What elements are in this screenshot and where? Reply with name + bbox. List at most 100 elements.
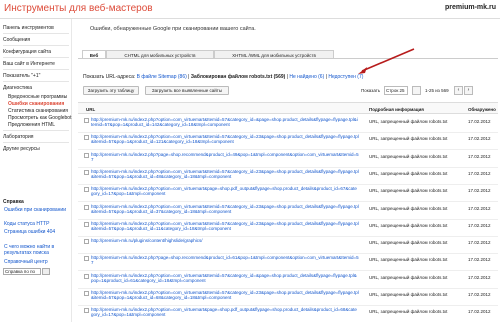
- external-link-icon[interactable]: [84, 135, 89, 141]
- help-link-404[interactable]: Страница ошибки 404: [4, 229, 68, 235]
- per-page-select[interactable]: Строк 25: [384, 86, 408, 95]
- filter-robots[interactable]: Заблокирован файлом robots.txt (569): [191, 74, 285, 80]
- external-link-icon[interactable]: [84, 239, 89, 245]
- row-url-link[interactable]: http://premium-mk.ru/index2.php?option=c…: [91, 134, 359, 144]
- table-row: http://premium-mk.ru/index2.php?option=c…: [78, 219, 498, 237]
- prev-page-button[interactable]: ‹: [454, 86, 463, 95]
- sidebar: Панель инструментов Сообщения Конфигурац…: [0, 19, 72, 322]
- row-detail: URL, запрещенный файлом robots.txt: [369, 240, 448, 246]
- next-page-button[interactable]: ›: [464, 86, 473, 95]
- sidebar-divider: [3, 57, 69, 58]
- row-detail: URL, запрещенный файлом robots.txt: [369, 188, 448, 194]
- help-link-crawl-errors[interactable]: Ошибки при сканировании: [4, 207, 66, 213]
- row-date: 17.02.2012: [468, 188, 491, 194]
- first-page-button[interactable]: [412, 86, 421, 95]
- row-detail: URL, запрещенный файлом robots.txt: [369, 222, 448, 228]
- row-date: 17.02.2012: [468, 170, 491, 176]
- row-url-link[interactable]: http://premium-mk.ru/index2.php?option=c…: [91, 117, 359, 127]
- external-link-icon[interactable]: [84, 152, 89, 158]
- sidebar-item-diagnostics[interactable]: Диагностика: [3, 85, 32, 91]
- external-link-icon[interactable]: [84, 273, 89, 279]
- row-date: 17.02.2012: [468, 309, 491, 315]
- row-date: 17.02.2012: [468, 153, 491, 159]
- sidebar-item-plus-one[interactable]: Показатель "+1": [3, 73, 40, 79]
- table-row: http://premium-mk.ru/index2.php?page=sho…: [78, 253, 498, 272]
- sidebar-item-dashboard[interactable]: Панель инструментов: [3, 25, 54, 31]
- row-url-link[interactable]: http://premium-mk.ru/index2.php?option=c…: [91, 186, 359, 196]
- row-detail: URL, запрещенный файлом robots.txt: [369, 205, 448, 211]
- sidebar-item-other-resources[interactable]: Другие ресурсы: [3, 146, 40, 152]
- external-link-icon[interactable]: [84, 221, 89, 227]
- external-link-icon[interactable]: [84, 256, 89, 262]
- table-header: [78, 102, 498, 114]
- row-url-link[interactable]: http://premium-mk.ru/index2.php?option=c…: [91, 221, 359, 231]
- help-link-help-center[interactable]: Справочный центр: [4, 259, 48, 265]
- row-url-link[interactable]: http://premium-mk.ru/index2.php?option=c…: [91, 307, 359, 317]
- sidebar-subitem-crawl-errors[interactable]: Ошибки сканирования: [8, 101, 64, 107]
- row-detail: URL, запрещенный файлом robots.txt: [369, 153, 448, 159]
- filter-not-found[interactable]: Не найдено (6): [289, 74, 324, 80]
- row-url-link[interactable]: http://premium-mk.ru/index2.php?option=c…: [91, 273, 359, 283]
- external-link-icon[interactable]: [84, 118, 89, 123]
- row-date: 17.02.2012: [468, 205, 491, 211]
- row-detail: URL, запрещенный файлом robots.txt: [369, 292, 448, 297]
- row-url-link[interactable]: http://premium-mk.ru/index2.php?option=c…: [91, 290, 359, 300]
- main-content: Ошибки, обнаруженные Google при сканиров…: [78, 19, 498, 322]
- external-link-icon[interactable]: [84, 308, 89, 314]
- sidebar-subitem-fetch-googlebot[interactable]: Просмотреть как Googlebot: [8, 115, 71, 121]
- help-search-button[interactable]: [42, 268, 50, 275]
- row-detail: URL, запрещенный файлом robots.txt: [369, 309, 448, 315]
- row-detail: URL, запрещенный файлом robots.txt: [369, 119, 448, 124]
- row-date: 17.02.2012: [468, 222, 491, 228]
- sidebar-subitem-malware[interactable]: Вредоносные программы: [8, 94, 67, 100]
- external-link-icon[interactable]: [84, 204, 89, 210]
- download-all-button[interactable]: Загрузить все выявленные сайты: [145, 86, 229, 95]
- sidebar-item-your-site[interactable]: Ваш сайт в Интернете: [3, 61, 55, 67]
- row-url-link[interactable]: http://premium-mk.ru/plugins/content/hig…: [91, 238, 359, 243]
- per-page-label: Показать: [361, 88, 381, 93]
- page-message: Ошибки, обнаруженные Google при сканиров…: [90, 26, 256, 32]
- row-url-link[interactable]: http://premium-mk.ru/index2.php?page=sho…: [91, 255, 359, 265]
- row-url-link[interactable]: http://premium-mk.ru/index2.php?page=sho…: [91, 152, 359, 162]
- column-date[interactable]: Обнаружено: [468, 107, 496, 112]
- table-row: http://premium-mk.ru/index2.php?option=c…: [78, 305, 498, 322]
- table-row: http://premium-mk.ru/index2.php?option=c…: [78, 115, 498, 133]
- sidebar-subitem-html-suggestions[interactable]: Предложения HTML: [8, 122, 55, 128]
- column-url[interactable]: URL: [86, 107, 95, 112]
- row-url-link[interactable]: http://premium-mk.ru/index2.php?option=c…: [91, 169, 359, 179]
- page-range: 1-25 из 569: [425, 88, 449, 93]
- help-link-http-codes[interactable]: Коды статуса HTTP: [4, 221, 49, 227]
- row-date: 17.02.2012: [468, 240, 491, 246]
- external-link-icon[interactable]: [84, 291, 89, 296]
- site-name[interactable]: premium-mk.ru: [445, 4, 496, 11]
- row-detail: URL, запрещенный файлом robots.txt: [369, 170, 448, 176]
- sidebar-divider: [3, 142, 69, 143]
- sidebar-item-site-config[interactable]: Конфигурация сайта: [3, 49, 51, 55]
- row-url-link[interactable]: http://premium-mk.ru/index2.php?option=c…: [91, 204, 359, 214]
- help-link-search-results[interactable]: С чего можно найти в результатах поиска: [4, 244, 68, 256]
- external-link-icon[interactable]: [84, 187, 89, 193]
- row-detail: URL, запрещенный файлом robots.txt: [369, 274, 448, 280]
- row-detail: URL, запрещенный файлом robots.txt: [369, 136, 448, 142]
- row-date: 17.02.2012: [468, 119, 491, 124]
- table-row: http://premium-mk.ru/index2.php?page=sho…: [78, 150, 498, 168]
- table-row: http://premium-mk.ru/plugins/content/hig…: [78, 236, 498, 255]
- app-title: Инструменты для веб-мастеров: [4, 3, 153, 14]
- filter-sitemap[interactable]: В файле Sitemap (86): [137, 74, 187, 80]
- row-date: 17.02.2012: [468, 257, 491, 263]
- sidebar-divider: [3, 130, 69, 131]
- download-table-button[interactable]: Загрузить эту таблицу: [83, 86, 139, 95]
- help-title: Справка: [3, 199, 24, 205]
- table-row: http://premium-mk.ru/index2.php?option=c…: [78, 184, 498, 203]
- sidebar-subitem-crawl-stats[interactable]: Статистика сканирования: [8, 108, 68, 114]
- sidebar-item-labs[interactable]: Лаборатория: [3, 134, 33, 140]
- header: Инструменты для веб-мастеров premium-mk.…: [0, 0, 500, 18]
- table-row: http://premium-mk.ru/index2.php?option=c…: [78, 132, 498, 151]
- row-date: 17.02.2012: [468, 274, 491, 280]
- sidebar-item-messages[interactable]: Сообщения: [3, 37, 30, 43]
- column-detail[interactable]: Подробная информация: [369, 107, 424, 112]
- external-link-icon[interactable]: [84, 169, 89, 175]
- help-search-input[interactable]: Справка по по: [3, 268, 41, 275]
- sidebar-divider: [3, 81, 69, 82]
- row-date: 17.02.2012: [468, 136, 491, 142]
